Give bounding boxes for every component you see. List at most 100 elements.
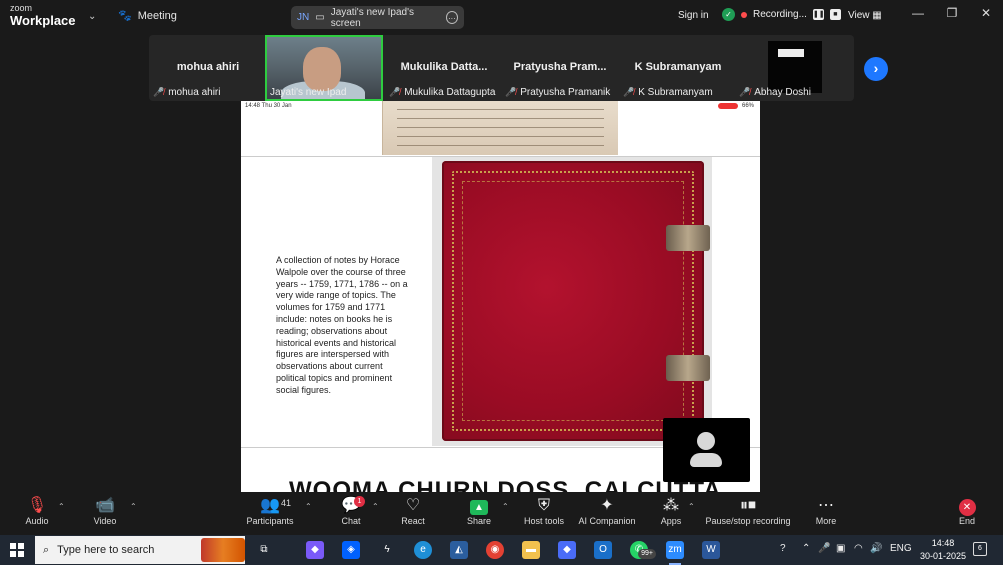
chevron-down-icon[interactable]: ⌄ — [88, 11, 96, 22]
minimize-icon[interactable]: — — [908, 6, 928, 20]
audio-button[interactable]: 🎙 Audio — [22, 496, 52, 526]
meeting-info-button[interactable]: 🐾 Meeting — [118, 9, 177, 23]
ipad-status-right: 66% — [717, 103, 754, 109]
mic-muted-icon: 🎤̸ — [505, 87, 517, 97]
screen-share-indicator[interactable]: JN ▭ Jayati's new Ipad's screen … — [291, 6, 464, 29]
mic-muted-icon: 🎤̸ — [389, 87, 401, 97]
pause-stop-recording-button[interactable]: ⏸⏹ Pause/stop recording — [704, 496, 792, 526]
search-highlight-image — [201, 538, 245, 562]
app-icon[interactable]: ◭ — [450, 541, 468, 559]
recording-indicator: ✓ Recording... ❚❚ ■ — [722, 8, 841, 21]
participant-strip: mohua ahiri 🎤̸ mohua ahiri Jayati's new I… — [149, 35, 854, 101]
mic-muted-icon: 🎙 — [26, 497, 48, 514]
chevron-up-icon[interactable]: ⌃ — [502, 502, 509, 511]
ai-companion-button[interactable]: ✦ AI Companion — [576, 496, 638, 526]
heart-icon: ♡ — [405, 497, 421, 514]
screen-icon: ▭ — [315, 12, 325, 23]
manuscript-image — [382, 101, 618, 155]
chevron-up-icon[interactable]: ⌃ — [130, 502, 137, 511]
participant-count: 41 — [281, 498, 292, 508]
close-icon: ✕ — [958, 499, 976, 516]
paw-icon: 🐾 — [118, 10, 132, 22]
red-book-image — [442, 161, 710, 441]
more-options-icon[interactable]: … — [445, 11, 458, 24]
participant-tile[interactable]: Mukulika Datta... 🎤̸ Mukulika Dattagupta — [385, 35, 503, 101]
notification-icon[interactable]: 6 — [973, 542, 987, 556]
slide-heading: WOOMA CHURN DOSS, CALCUTTA — [289, 477, 722, 492]
stop-recording-button[interactable]: ■ — [829, 9, 841, 20]
restore-icon[interactable]: ❐ — [942, 6, 962, 20]
view-button[interactable]: View ▦ — [848, 10, 882, 21]
participant-tile[interactable]: K Subramanyam 🎤̸ K Subramanyam — [619, 35, 737, 101]
chrome-icon[interactable]: ◉ — [486, 541, 504, 559]
participant-tile[interactable]: 🎤̸ Abhay Doshi — [735, 35, 853, 101]
chevron-up-icon[interactable]: ⌃ — [372, 502, 379, 511]
ipad-status-time: 14:48 Thu 30 Jan — [245, 103, 292, 109]
close-icon[interactable]: ✕ — [976, 6, 996, 20]
share-screen-icon: ▲ — [470, 500, 488, 515]
clock[interactable]: 14:48 30-01-2025 — [920, 537, 966, 563]
record-dot-icon — [741, 11, 747, 18]
search-placeholder: Type here to search — [57, 544, 155, 556]
word-icon[interactable]: W — [702, 541, 720, 559]
app-icon[interactable]: ◆ — [558, 541, 576, 559]
more-icon: ⋯ — [818, 497, 834, 514]
chevron-up-icon[interactable]: ⌃ — [58, 502, 65, 511]
self-view-avatar[interactable] — [663, 418, 750, 482]
taskbar-search[interactable]: ⌕ Type here to search — [35, 536, 245, 564]
windows-taskbar: ⌕ Type here to search ⧉ ◆ ◈ ϟ e ◭ ◉ ▬ ◆ … — [0, 535, 1003, 565]
apps-button[interactable]: ⁂ Apps — [656, 496, 686, 526]
react-button[interactable]: ♡ React — [398, 496, 428, 526]
more-button[interactable]: ⋯ More — [812, 496, 840, 526]
participant-tile-video[interactable]: Jayati's new Ipad — [265, 35, 383, 101]
windows-start-icon[interactable] — [10, 543, 24, 557]
shield-icon: ✓ — [722, 8, 735, 21]
next-page-button[interactable]: › — [864, 57, 888, 81]
outlook-icon[interactable]: O — [594, 541, 612, 559]
sign-in-link[interactable]: Sign in — [678, 10, 709, 21]
device-icon[interactable]: ▣ — [836, 543, 845, 554]
volume-icon[interactable]: 🔊 — [870, 543, 882, 554]
app-icon[interactable]: ϟ — [378, 541, 396, 559]
title-bar: zoom Workplace ⌄ 🐾 Meeting JN ▭ Jayati's… — [0, 0, 1003, 34]
host-tools-button[interactable]: ⛨ Host tools — [522, 496, 566, 526]
end-button[interactable]: ✕ End — [954, 496, 980, 526]
chevron-up-icon[interactable]: ⌃ — [688, 502, 695, 511]
share-button[interactable]: ▲ Share — [464, 496, 494, 526]
app-logo[interactable]: zoom Workplace — [10, 4, 76, 29]
whatsapp-badge: 99+ — [638, 549, 656, 559]
search-icon: ⌕ — [43, 543, 50, 556]
task-view-icon[interactable]: ⧉ — [255, 541, 273, 559]
person-icon — [697, 432, 715, 450]
meeting-toolbar: 🎙 Audio ⌃ 📹 Video ⌃ 👥 Participants 41 ⌃ … — [0, 492, 1003, 535]
participant-tile[interactable]: Pratyusha Pram... 🎤̸ Pratyusha Pramanik — [501, 35, 619, 101]
participant-tile[interactable]: mohua ahiri 🎤̸ mohua ahiri — [149, 35, 267, 101]
chat-badge: 1 — [354, 496, 365, 507]
help-icon[interactable]: ? — [780, 543, 786, 554]
network-icon[interactable]: ◠ — [854, 543, 863, 554]
clasp — [666, 355, 710, 381]
mic-muted-icon: 🎤̸ — [623, 87, 635, 97]
zoom-taskbar-icon[interactable]: zm — [666, 541, 684, 559]
sparkle-icon: ✦ — [600, 497, 614, 514]
chevron-up-icon[interactable]: ⌃ — [305, 502, 312, 511]
pause-recording-button[interactable]: ❚❚ — [812, 9, 825, 20]
mic-icon[interactable]: 🎤 — [818, 543, 830, 554]
pause-stop-icon: ⏸⏹ — [739, 497, 756, 514]
copilot-icon[interactable]: ◆ — [306, 541, 324, 559]
share-label: Jayati's new Ipad's screen — [330, 6, 414, 29]
video-off-icon: 📹 — [95, 497, 115, 514]
dropbox-icon[interactable]: ◈ — [342, 541, 360, 559]
video-button[interactable]: 📹 Video — [90, 496, 120, 526]
sharer-initials: JN — [297, 12, 310, 23]
shield-icon: ⛨ — [537, 497, 550, 514]
clasp — [666, 225, 710, 251]
apps-icon: ⁂ — [663, 497, 679, 514]
slide-description: A collection of notes by Horace Walpole … — [276, 255, 408, 395]
mic-muted-icon: 🎤̸ — [739, 87, 751, 97]
edge-icon[interactable]: e — [414, 541, 432, 559]
file-explorer-icon[interactable]: ▬ — [522, 541, 540, 559]
chevron-up-icon[interactable]: ⌃ — [802, 543, 810, 554]
mic-muted-icon: 🎤̸ — [153, 87, 165, 97]
language-indicator[interactable]: ENG — [890, 543, 912, 554]
